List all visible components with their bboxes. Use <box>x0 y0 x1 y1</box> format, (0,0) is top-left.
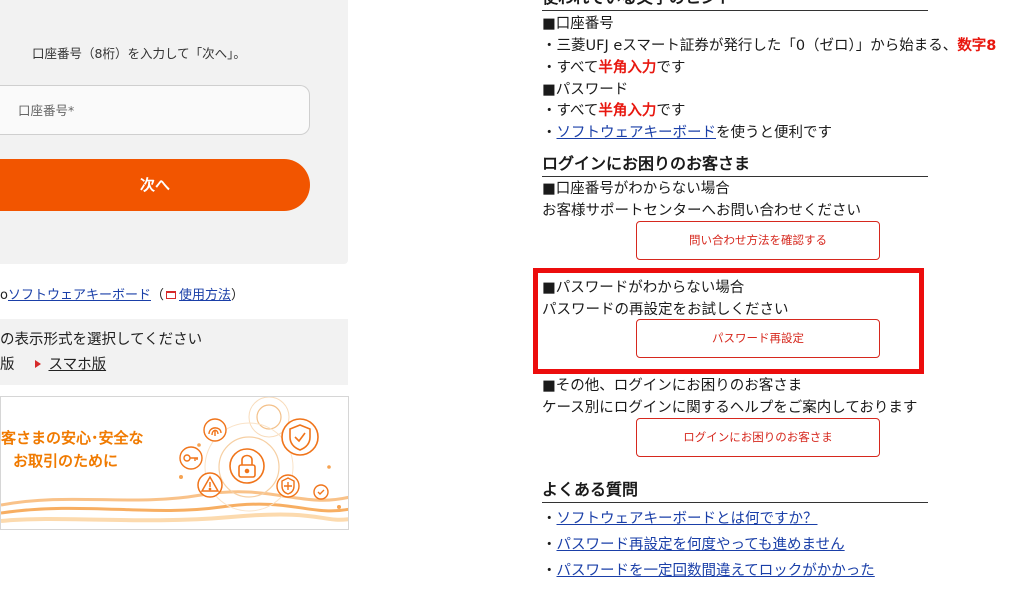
faq-item-link[interactable]: パスワードを一定回数間違えてロックがかかった <box>557 563 875 579</box>
contact-method-button[interactable]: 問い合わせ方法を確認する <box>636 221 880 260</box>
software-keyboard-link[interactable]: ソフトウェアキーボード <box>8 288 151 303</box>
software-keyboard-hint-link[interactable]: ソフトウェアキーボード <box>557 125 717 141</box>
password-hint-1-suffix: です <box>656 103 686 119</box>
padlock-icon <box>229 448 265 484</box>
faq-item: ・ソフトウェアキーボードとは何ですか？ <box>542 511 818 527</box>
password-hint-1-emphasis: 半角入力 <box>598 103 657 119</box>
next-button[interactable]: 次へ <box>0 159 310 211</box>
display-format-options: 版 スマホ版 <box>0 353 106 374</box>
account-unknown-desc: お客様サポートセンターへお問い合わせください <box>542 203 861 219</box>
account-unknown-heading: ■口座番号がわからない場合 <box>542 181 730 197</box>
paren-close: ） <box>231 288 245 303</box>
login-card: 口座番号（8桁）を入力して「次へ」。 次へ <box>0 0 348 264</box>
shield-cross-icon <box>276 474 300 498</box>
hints-heading: 使われている文字のヒント <box>542 0 733 8</box>
account-number-hint-1: ・三菱UFJ eスマート証券が発行した「0（ゼロ）」から始まる、数字8 <box>542 36 996 56</box>
keyboard-row-prefix: o <box>0 288 8 303</box>
other-trouble-desc: ケース別にログインに関するヘルプをご案内しております <box>542 400 918 416</box>
account-hint-2-suffix: です <box>656 60 686 76</box>
check-circle-icon <box>313 484 329 500</box>
shield-check-icon <box>281 418 319 456</box>
faq-rule <box>542 502 928 503</box>
display-format-box: の表示形式を選択してください 版 スマホ版 <box>0 319 348 385</box>
login-help-button[interactable]: ログインにお困りのお客さま <box>636 418 880 457</box>
paren-open: （ <box>150 288 164 303</box>
fingerprint-icon <box>203 418 227 442</box>
faq-item: ・パスワードを一定回数間違えてロックがかかった <box>542 563 875 579</box>
account-hint-1-emphasis: 数字8 <box>957 38 997 54</box>
new-window-icon <box>166 291 176 299</box>
key-icon <box>179 446 203 470</box>
other-trouble-heading: ■その他、ログインにお困りのお客さま <box>542 378 803 394</box>
faq-heading: よくある質問 <box>542 480 639 499</box>
password-hint-2: ・ソフトウェアキーボードを使うと便利です <box>542 123 832 143</box>
faq-item-link[interactable]: ソフトウェアキーボードとは何ですか？ <box>557 511 818 527</box>
password-hint-2-suffix: を使うと便利です <box>716 125 832 141</box>
highlight-frame <box>533 268 924 374</box>
display-format-prompt: の表示形式を選択してください <box>0 332 203 348</box>
smartphone-version-link[interactable]: スマホ版 <box>49 357 107 373</box>
software-keyboard-row: oソフトウェアキーボード（ 使用方法） <box>0 284 244 303</box>
security-banner[interactable]: 客さまの安心･安全な お取引のために <box>0 396 349 530</box>
pc-version-label: 版 <box>0 357 15 373</box>
faq-item-link[interactable]: パスワード再設定を何度やっても進めません <box>557 537 845 553</box>
account-hint-2-prefix: ・すべて <box>542 60 599 76</box>
help-column: 使われている文字のヒント ■口座番号 ・三菱UFJ eスマート証券が発行した「0… <box>533 0 1024 592</box>
banner-line-2: お取引のために <box>13 452 119 470</box>
warning-icon <box>197 472 223 498</box>
account-hint-2-emphasis: 半角入力 <box>598 60 657 76</box>
login-trouble-heading: ログインにお困りのお客さま <box>542 154 751 173</box>
login-instruction: 口座番号（8桁）を入力して「次へ」。 <box>32 46 246 61</box>
password-hint-heading: ■パスワード <box>542 82 629 98</box>
password-hint-2-prefix: ・ <box>542 125 557 141</box>
account-number-hint-2: ・すべて半角入力です <box>542 58 685 78</box>
banner-text: 客さまの安心･安全な お取引のために <box>1 427 144 473</box>
banner-line-1: 客さまの安心･安全な <box>1 429 144 447</box>
account-hint-1-text: ・三菱UFJ eスマート証券が発行した「0（ゼロ）」から始まる、 <box>542 38 958 54</box>
login-trouble-rule <box>542 176 928 177</box>
faq-item: ・パスワード再設定を何度やっても進めません <box>542 537 845 553</box>
password-hint-1-prefix: ・すべて <box>542 103 599 119</box>
password-hint-1: ・すべて半角入力です <box>542 101 685 121</box>
triangle-right-icon <box>34 360 41 368</box>
hints-heading-rule <box>542 10 928 11</box>
usage-link[interactable]: 使用方法 <box>179 288 231 303</box>
account-number-input[interactable] <box>0 85 310 135</box>
account-number-hint-heading: ■口座番号 <box>542 16 614 32</box>
